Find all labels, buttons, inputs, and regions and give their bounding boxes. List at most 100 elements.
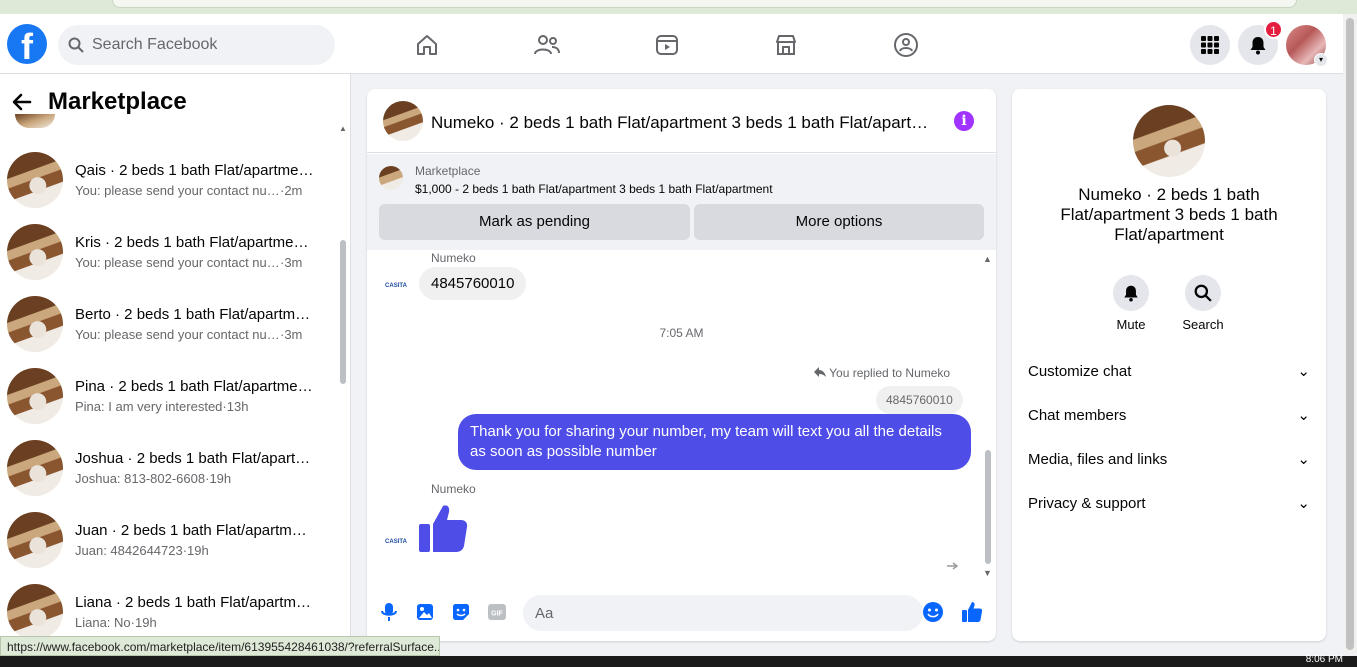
banner-label: Marketplace bbox=[415, 164, 481, 178]
list-item[interactable]: Qais · 2 beds 1 bath Flat/apartment 3 be… bbox=[0, 144, 335, 216]
message-input[interactable] bbox=[523, 595, 923, 631]
top-navigation: f 1 ▾ bbox=[0, 14, 1343, 74]
marketplace-icon[interactable] bbox=[769, 28, 803, 62]
conversation-preview: Pina: I am very interested bbox=[75, 399, 223, 414]
chevron-down-icon: ▾ bbox=[1314, 53, 1328, 67]
profile-avatar[interactable]: ▾ bbox=[1286, 25, 1328, 67]
sender-name: Numeko bbox=[431, 482, 476, 496]
mark-as-pending-button[interactable]: Mark as pending bbox=[379, 204, 690, 240]
chevron-down-icon: ⌄ bbox=[1297, 495, 1310, 512]
photo-icon[interactable] bbox=[414, 601, 436, 623]
reply-indicator: You replied to Numeko bbox=[814, 366, 950, 380]
conversation-time: ·3m bbox=[280, 327, 303, 342]
menu-grid-button[interactable] bbox=[1190, 25, 1230, 65]
sidebar-title: Marketplace bbox=[48, 88, 187, 115]
marketplace-sidebar: Marketplace Qais · 2 beds 1 bath Flat/ap… bbox=[0, 74, 351, 656]
bell-icon bbox=[1250, 37, 1266, 55]
chevron-down-icon: ⌄ bbox=[1297, 451, 1310, 468]
home-icon[interactable] bbox=[410, 28, 444, 62]
marketplace-banner: Marketplace $1,000 - 2 beds 1 bath Flat/… bbox=[367, 154, 996, 250]
sidebar-scrollbar-thumb[interactable] bbox=[340, 240, 346, 384]
message-composer: GIF bbox=[367, 589, 996, 637]
list-item[interactable]: Kris · 2 beds 1 bath Flat/apartment 3 be… bbox=[0, 216, 335, 288]
chat-scrollbar-thumb[interactable] bbox=[985, 450, 991, 564]
browser-strip bbox=[0, 0, 1357, 14]
sidebar-scrollbar[interactable]: ▲ bbox=[337, 122, 347, 652]
friends-icon[interactable] bbox=[530, 28, 564, 62]
search-icon bbox=[68, 37, 84, 53]
facebook-logo[interactable]: f bbox=[7, 24, 47, 64]
search-in-conversation-button[interactable]: Search bbox=[1173, 275, 1233, 332]
conversation-preview: You: please send your contact number bbox=[75, 183, 280, 198]
conversation-preview: You: please send your contact number bbox=[75, 255, 280, 270]
emoji-icon[interactable] bbox=[922, 601, 944, 623]
list-item[interactable]: Joshua · 2 beds 1 bath Flat/apartment 3 … bbox=[0, 432, 335, 504]
contact-avatar[interactable] bbox=[1133, 105, 1205, 177]
back-arrow-icon[interactable] bbox=[10, 90, 34, 114]
media-files-links-row[interactable]: Media, files and links ⌄ bbox=[1028, 443, 1310, 475]
sender-avatar[interactable]: CASITA bbox=[382, 528, 410, 556]
chevron-down-icon: ⌄ bbox=[1297, 363, 1310, 380]
conversation-time: ·13h bbox=[222, 399, 249, 414]
conversation-name: Liana · 2 beds 1 bath Flat/apartment 3 b… bbox=[75, 594, 315, 611]
chat-header: Numeko · 2 beds 1 bath Flat/apartment 3 … bbox=[367, 89, 996, 153]
listing-thumbnail bbox=[7, 152, 63, 208]
search-input[interactable] bbox=[92, 36, 312, 54]
svg-text:GIF: GIF bbox=[491, 611, 503, 618]
conversation-list: Qais · 2 beds 1 bath Flat/apartment 3 be… bbox=[0, 144, 335, 648]
message-thread: Numeko CASITA 4845760010 7:05 AM You rep… bbox=[367, 250, 996, 578]
banner-listing[interactable]: $1,000 - 2 beds 1 bath Flat/apartment 3 … bbox=[415, 182, 773, 196]
info-icon[interactable]: i bbox=[954, 111, 974, 131]
read-receipt-icon bbox=[947, 562, 959, 570]
conversation-name: Berto · 2 beds 1 bath Flat/apartment 3 b… bbox=[75, 306, 315, 323]
chat-members-row[interactable]: Chat members ⌄ bbox=[1028, 399, 1310, 431]
customize-chat-row[interactable]: Customize chat ⌄ bbox=[1028, 355, 1310, 387]
sender-avatar[interactable]: CASITA bbox=[382, 272, 410, 300]
list-item-thumbnail-partial bbox=[15, 114, 55, 128]
listing-thumbnail bbox=[7, 440, 63, 496]
listing-thumbnail bbox=[7, 512, 63, 568]
microphone-icon[interactable] bbox=[378, 601, 400, 623]
conversation-info-panel: Numeko · 2 beds 1 bath Flat/apartment 3 … bbox=[1012, 89, 1326, 641]
page-scrollbar[interactable] bbox=[1343, 14, 1357, 654]
listing-thumbnail bbox=[7, 296, 63, 352]
sticker-icon[interactable] bbox=[450, 601, 472, 623]
conversation-preview: Juan: 4842644723 bbox=[75, 543, 183, 558]
groups-icon[interactable] bbox=[889, 28, 923, 62]
conversation-name: Qais · 2 beds 1 bath Flat/apartment 3 be… bbox=[75, 162, 315, 179]
conversation-time: ·19h bbox=[182, 543, 209, 558]
thumbs-up-icon[interactable] bbox=[417, 502, 469, 554]
chat-scrollbar[interactable]: ▲ ▼ bbox=[983, 250, 993, 578]
conversation-time: ·19h bbox=[130, 615, 157, 630]
conversation-preview: Liana: No bbox=[75, 615, 131, 630]
status-bar-url: https://www.facebook.com/marketplace/ite… bbox=[0, 636, 440, 656]
scroll-up-arrow-icon[interactable]: ▲ bbox=[339, 124, 347, 133]
privacy-support-row[interactable]: Privacy & support ⌄ bbox=[1028, 487, 1310, 519]
list-item[interactable]: Berto · 2 beds 1 bath Flat/apartment 3 b… bbox=[0, 288, 335, 360]
video-icon[interactable] bbox=[650, 28, 684, 62]
more-options-button[interactable]: More options bbox=[694, 204, 984, 240]
page-scrollbar-thumb[interactable] bbox=[1346, 18, 1354, 650]
scroll-down-arrow-icon[interactable]: ▼ bbox=[983, 568, 992, 578]
scroll-up-arrow-icon[interactable]: ▲ bbox=[983, 254, 992, 264]
mute-button[interactable]: Mute bbox=[1101, 275, 1161, 332]
listing-thumbnail bbox=[7, 584, 63, 640]
chevron-down-icon: ⌄ bbox=[1297, 407, 1310, 424]
message-bubble[interactable]: 4845760010 bbox=[419, 267, 527, 300]
mute-label: Mute bbox=[1116, 317, 1146, 332]
search-box[interactable] bbox=[58, 25, 335, 65]
list-item[interactable]: Juan · 2 beds 1 bath Flat/apartment 3 be… bbox=[0, 504, 335, 576]
chat-avatar[interactable] bbox=[383, 101, 423, 141]
taskbar-clock: 8:06 PM bbox=[1305, 654, 1343, 665]
chat-title[interactable]: Numeko · 2 beds 1 bath Flat/apartment 3 … bbox=[431, 113, 941, 133]
gif-icon[interactable]: GIF bbox=[486, 601, 508, 623]
thumbs-up-send-icon[interactable] bbox=[961, 601, 983, 623]
contact-name: Numeko · 2 beds 1 bath Flat/apartment 3 … bbox=[1060, 185, 1278, 244]
list-item[interactable]: Pina · 2 beds 1 bath Flat/apartment 3 be… bbox=[0, 360, 335, 432]
taskbar: 8:06 PM bbox=[0, 654, 1357, 667]
conversation-preview: Joshua: 813-802-6608 bbox=[75, 471, 206, 486]
notifications-button[interactable]: 1 bbox=[1238, 20, 1283, 65]
outgoing-message-bubble[interactable]: Thank you for sharing your number, my te… bbox=[458, 414, 971, 470]
bell-icon bbox=[1124, 285, 1138, 302]
quoted-message[interactable]: 4845760010 bbox=[876, 386, 963, 414]
